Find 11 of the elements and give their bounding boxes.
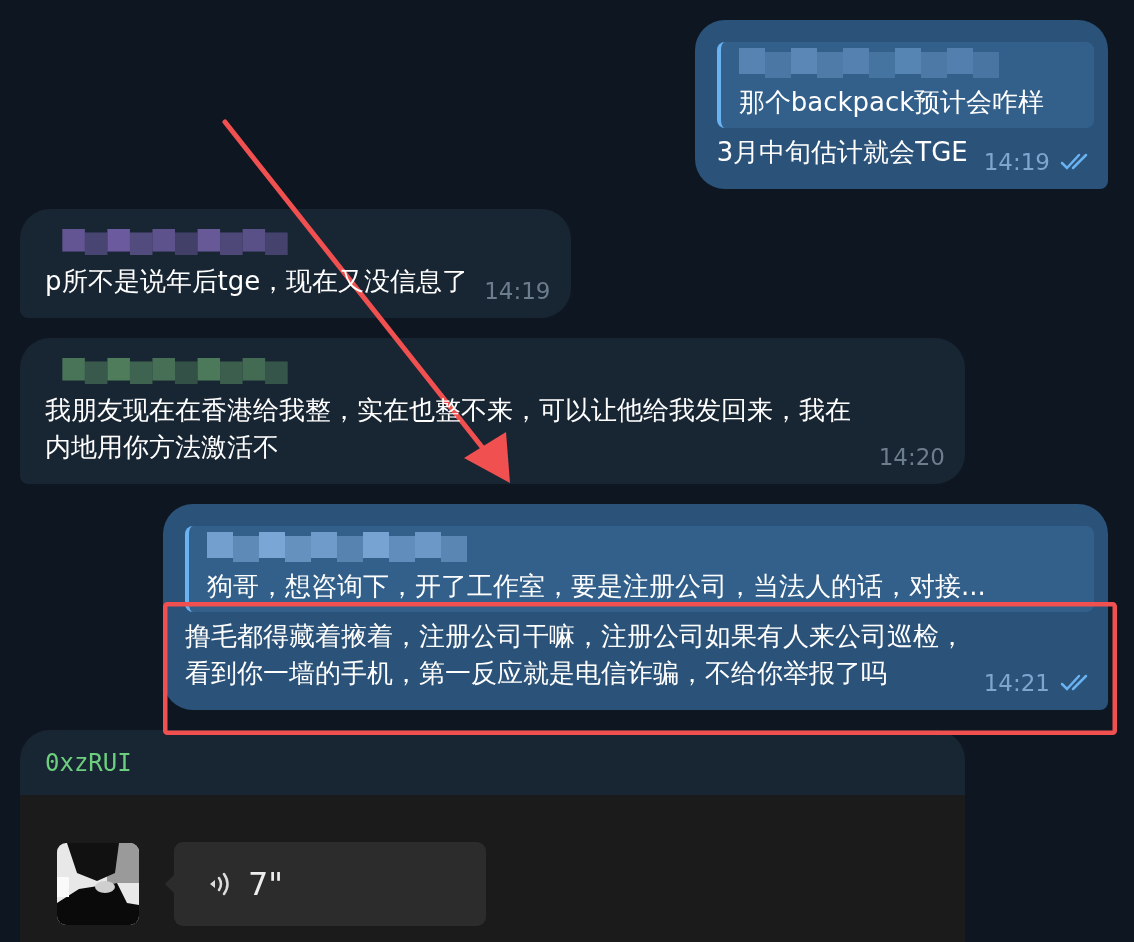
message-time: 14:19 (983, 148, 1050, 177)
quoted-text: 那个backpack预计会咋样 (738, 86, 1046, 119)
message-text: 撸毛都得藏着掖着，注册公司干嘛，注册公司如果有人来公司巡检，看到你一墙的手机，第一反应就是电信诈骗，不给你举报了吗 (185, 620, 966, 690)
sender-name[interactable]: 0xzRUI (45, 748, 132, 777)
message-time: 14:19 (484, 277, 551, 306)
reply-quote[interactable]: 那个backpack预计会咋样 (716, 42, 1094, 128)
message-time: 14:20 (878, 443, 945, 472)
quoted-text: 狗哥，想咨询下，开了工作室，要是注册公司，当法人的话，对接... (207, 570, 987, 603)
message-time: 14:21 (983, 669, 1050, 698)
reply-quote[interactable]: 狗哥，想咨询下，开了工作室，要是注册公司，当法人的话，对接... (185, 526, 1094, 612)
message-text: 3月中旬估计就会TGE (716, 136, 968, 169)
